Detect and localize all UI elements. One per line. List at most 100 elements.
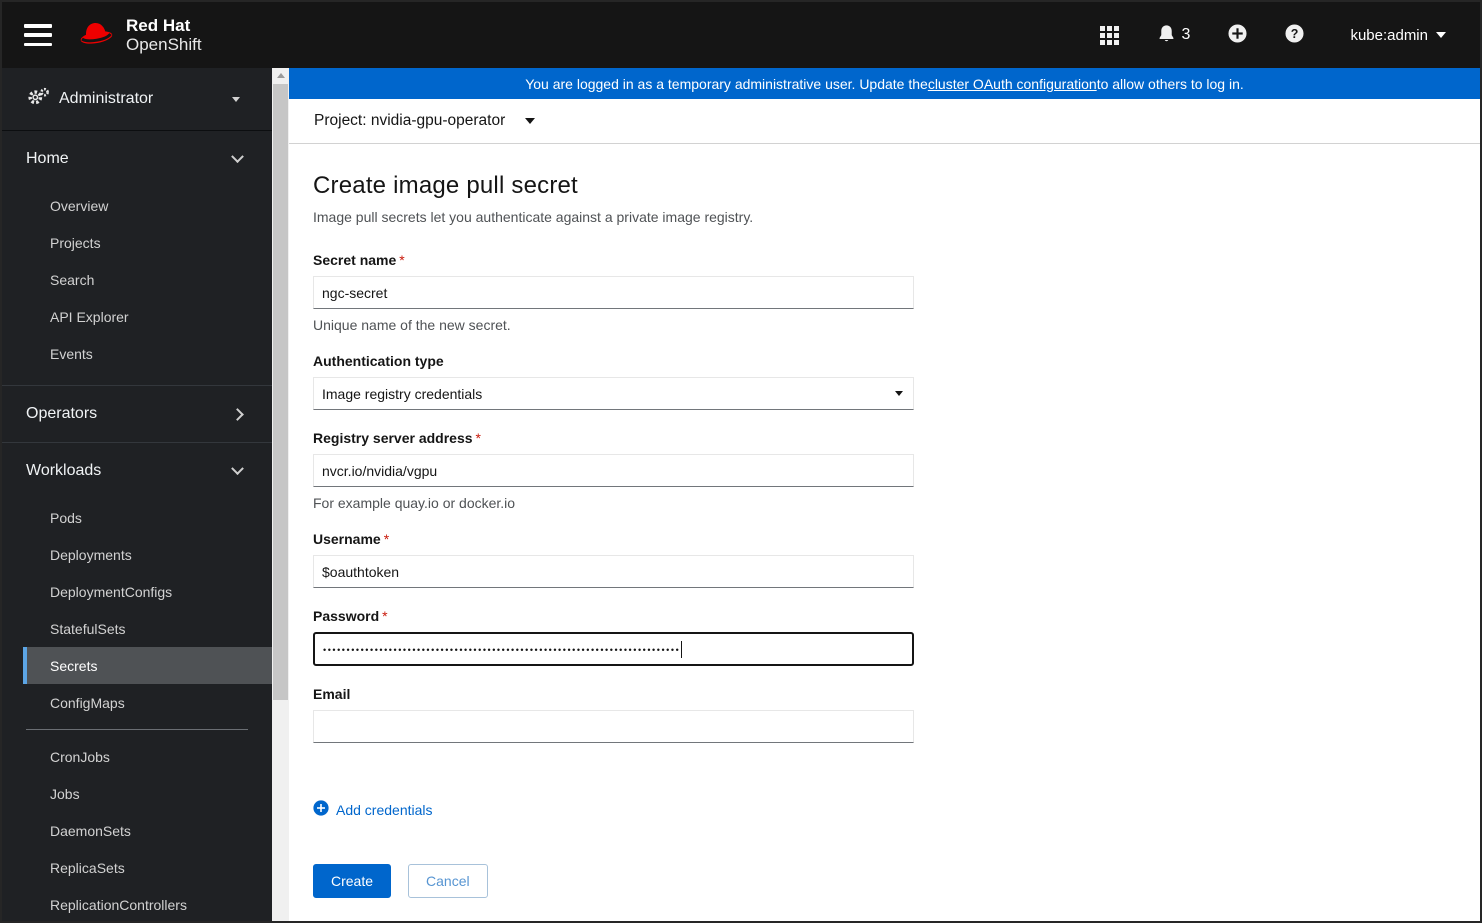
plus-circle-icon — [313, 800, 329, 819]
user-menu[interactable]: kube:admin — [1350, 27, 1446, 44]
secret-name-group: Secret name* Unique name of the new secr… — [313, 252, 914, 333]
password-label: Password * — [313, 608, 388, 624]
scrollbar-up-arrow[interactable] — [272, 68, 289, 83]
page-subtitle: Image pull secrets let you authenticate … — [313, 209, 754, 225]
notifications-button[interactable]: 3 — [1157, 24, 1191, 46]
app-launcher-grid-icon — [1099, 25, 1119, 45]
scrollbar-thumb[interactable] — [273, 84, 288, 700]
password-masked-value: ••••••••••••••••••••••••••••••••••••••••… — [323, 645, 681, 655]
text-cursor — [681, 640, 683, 658]
chevron-down-icon — [231, 149, 244, 163]
notification-count: 3 — [1181, 26, 1191, 43]
svg-text:?: ? — [1291, 27, 1299, 41]
secret-name-input[interactable] — [313, 276, 914, 309]
secret-name-label: Secret name * — [313, 252, 405, 268]
brand-logo[interactable]: Red Hat OpenShift — [74, 15, 202, 56]
add-credentials-button[interactable]: Add credentials — [313, 800, 433, 819]
brand-text: Red Hat OpenShift — [126, 15, 202, 54]
registry-address-group: Registry server address* For example qua… — [313, 430, 914, 511]
password-input[interactable]: ••••••••••••••••••••••••••••••••••••••••… — [313, 632, 914, 666]
email-group: Email — [313, 686, 914, 743]
registry-address-help: For example quay.io or docker.io — [313, 495, 516, 511]
sidebar-item-overview[interactable]: Overview — [23, 187, 272, 224]
sidebar-item-pods[interactable]: Pods — [23, 499, 272, 536]
create-button[interactable]: Create — [313, 864, 392, 898]
masthead-utilities: 3 ? kube:admin — [1099, 24, 1446, 46]
auth-type-selected-value: Image registry credentials — [322, 385, 483, 402]
create-image-pull-secret-form: Create image pull secret Image pull secr… — [289, 144, 914, 898]
username-input[interactable] — [313, 555, 914, 588]
username: kube:admin — [1350, 26, 1428, 44]
help-button[interactable]: ? — [1285, 24, 1304, 46]
secret-name-help: Unique name of the new secret. — [313, 317, 511, 333]
sidebar-item-replicasets[interactable]: ReplicaSets — [23, 849, 272, 886]
banner-text-after: to allow others to log in. — [1096, 75, 1244, 92]
cogs-icon — [27, 87, 49, 112]
sidebar-item-events[interactable]: Events — [23, 335, 272, 372]
hamburger-icon — [24, 24, 52, 28]
required-asterisk: * — [475, 430, 481, 446]
sidebar-item-jobs[interactable]: Jobs — [23, 775, 272, 812]
page-title: Create image pull secret — [313, 172, 578, 199]
masthead: Red Hat OpenShift 3 ? kube:admin — [2, 2, 1480, 68]
required-asterisk: * — [383, 531, 390, 547]
perspective-switcher[interactable]: Administrator — [2, 68, 272, 131]
sidebar-item-deployments[interactable]: Deployments — [23, 536, 272, 573]
cluster-oauth-configuration-link[interactable]: cluster OAuth configuration — [928, 76, 1097, 92]
project-selector[interactable]: Project: nvidia-gpu-operator — [314, 112, 505, 130]
bell-icon — [1157, 24, 1176, 46]
plus-circle-icon — [1228, 24, 1247, 46]
nav-section-home: Home Overview Projects Search API Explor… — [2, 131, 272, 386]
brand-line1: Red Hat — [126, 15, 191, 35]
project-bar: Project: nvidia-gpu-operator — [289, 99, 1480, 144]
required-asterisk: * — [399, 252, 405, 268]
nav-group-workloads-label: Workloads — [26, 462, 102, 479]
sidebar-item-secrets[interactable]: Secrets — [23, 647, 272, 684]
auth-type-label: Authentication type — [313, 353, 444, 369]
redhat-fedora-icon — [74, 15, 118, 56]
add-credentials-label: Add credentials — [336, 801, 433, 818]
registry-address-input[interactable] — [313, 454, 914, 487]
openshift-console-window: Red Hat OpenShift 3 ? kube:admin Adminis… — [0, 0, 1482, 923]
cancel-button[interactable]: Cancel — [408, 864, 488, 898]
sidebar-item-replicationcontrollers[interactable]: ReplicationControllers — [23, 886, 272, 921]
nav-group-workloads[interactable]: Workloads — [2, 443, 272, 499]
chevron-down-icon — [1436, 32, 1446, 38]
banner-text: You are logged in as a temporary adminis… — [525, 75, 928, 92]
auth-type-select[interactable]: Image registry credentials — [313, 377, 914, 410]
nav-toggle-button[interactable] — [24, 24, 52, 46]
sidebar-item-projects[interactable]: Projects — [23, 224, 272, 261]
caret-down-icon[interactable] — [525, 118, 536, 124]
nav-group-home[interactable]: Home — [2, 131, 272, 187]
login-notice-banner: You are logged in as a temporary adminis… — [289, 68, 1480, 99]
sidebar-item-configmaps[interactable]: ConfigMaps — [23, 684, 272, 721]
chevron-down-icon — [231, 461, 244, 475]
sidebar-item-search[interactable]: Search — [23, 261, 272, 298]
nav-divider — [26, 729, 248, 730]
app-launcher-button[interactable] — [1099, 25, 1119, 45]
email-label: Email — [313, 686, 351, 702]
main-content: You are logged in as a temporary adminis… — [289, 68, 1480, 921]
form-actions: Create Cancel — [313, 864, 914, 898]
caret-down-icon — [895, 391, 903, 396]
sidebar-item-daemonsets[interactable]: DaemonSets — [23, 812, 272, 849]
nav-group-home-label: Home — [26, 150, 69, 167]
sidebar-item-statefulsets[interactable]: StatefulSets — [23, 610, 272, 647]
question-circle-icon: ? — [1285, 24, 1304, 46]
sidebar-item-api-explorer[interactable]: API Explorer — [23, 298, 272, 335]
nav-section-operators: Operators — [2, 386, 272, 443]
app-body: Administrator Home Overview Projects Sea… — [2, 68, 1480, 921]
sidebar-item-deploymentconfigs[interactable]: DeploymentConfigs — [23, 573, 272, 610]
nav-group-operators[interactable]: Operators — [2, 386, 272, 442]
nav-section-workloads: Workloads Pods Deployments DeploymentCon… — [2, 443, 272, 921]
email-input[interactable] — [313, 710, 914, 743]
perspective-label: Administrator — [59, 90, 154, 107]
sidebar-nav: Administrator Home Overview Projects Sea… — [2, 68, 272, 921]
registry-address-label: Registry server address * — [313, 430, 481, 446]
username-group: Username * — [313, 531, 914, 588]
sidebar-scrollbar[interactable] — [272, 68, 289, 921]
chevron-right-icon — [231, 407, 244, 421]
import-button[interactable] — [1228, 24, 1247, 46]
sidebar-item-cronjobs[interactable]: CronJobs — [23, 738, 272, 775]
auth-type-group: Authentication type Image registry crede… — [313, 353, 914, 410]
